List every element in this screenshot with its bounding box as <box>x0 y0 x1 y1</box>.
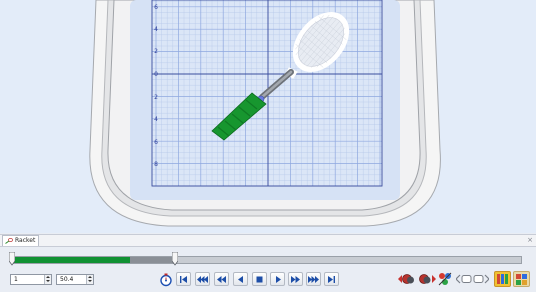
tab-racket[interactable]: Racket <box>2 235 40 246</box>
y-axis-label: 6 <box>154 4 158 11</box>
next-thread-color-button[interactable] <box>418 271 436 287</box>
previous-block-button[interactable] <box>214 272 229 286</box>
next-object-button[interactable] <box>473 271 489 287</box>
start-stitch-spinbox[interactable]: 1 <box>10 274 52 285</box>
y-axis-label: 8 <box>154 161 158 168</box>
step-back-icon <box>237 275 243 283</box>
previous-thread-color-button[interactable] <box>398 271 416 287</box>
next-color-button[interactable] <box>306 272 321 286</box>
thread-next-icon <box>419 274 436 284</box>
design-tab-bar: Racket × <box>0 234 536 247</box>
y-axis-label: 2 <box>154 48 158 55</box>
stopwatch-icon <box>160 273 172 286</box>
next-stitch-button[interactable] <box>288 272 303 286</box>
thread-prev-icon <box>398 274 414 284</box>
stop-icon <box>256 276 263 282</box>
realistic-view-button[interactable] <box>494 271 511 287</box>
stop-button[interactable] <box>252 272 267 286</box>
play-button[interactable] <box>270 272 285 286</box>
slider-start-handle[interactable] <box>9 252 15 266</box>
previous-object-button[interactable] <box>456 271 472 287</box>
color-view-button[interactable] <box>513 271 530 287</box>
rewind-fast-icon <box>197 275 208 283</box>
skip-first-icon <box>180 275 187 283</box>
y-axis-label: 4 <box>154 26 158 33</box>
previous-color-button[interactable] <box>195 272 210 286</box>
end-stitch-spinbox[interactable]: 50.4 <box>56 274 94 285</box>
close-icon[interactable]: × <box>527 235 533 245</box>
play-icon <box>275 275 281 283</box>
forward-fast-icon <box>308 275 319 283</box>
last-stitch-button[interactable] <box>324 272 339 286</box>
embroidery-hoop <box>89 0 441 227</box>
skip-last-icon <box>328 275 335 283</box>
rewind-icon <box>217 275 226 283</box>
grid-view-icon <box>516 274 527 285</box>
stitch-simulator-button[interactable] <box>158 271 174 287</box>
design-canvas[interactable]: 6 4 2 0 2 4 6 8 <box>0 0 536 233</box>
first-stitch-button[interactable] <box>176 272 191 286</box>
y-axis-label: 6 <box>154 139 158 146</box>
slider-end-handle[interactable] <box>172 252 178 266</box>
end-stitch-value: 50.4 <box>60 276 74 283</box>
previous-stitch-button[interactable] <box>233 272 248 286</box>
y-axis-label: 4 <box>154 116 158 123</box>
y-axis-label: 2 <box>154 94 158 101</box>
tab-racket-label: Racket <box>15 237 36 244</box>
slider-partial-track <box>130 257 176 263</box>
stitch-view-icon <box>497 274 508 284</box>
racket-icon <box>5 237 13 244</box>
spin-arrows-icon[interactable] <box>86 275 93 284</box>
color-sort-button[interactable] <box>437 271 453 287</box>
object-prev-icon <box>456 274 472 284</box>
spin-arrows-icon[interactable] <box>44 275 51 284</box>
slider-filled-track <box>13 257 130 263</box>
y-axis-label: 0 <box>154 71 158 78</box>
object-next-icon <box>473 274 489 284</box>
fast-forward-icon <box>291 275 300 283</box>
palette-icon <box>438 272 452 286</box>
stitch-slider[interactable] <box>12 256 522 264</box>
start-stitch-value: 1 <box>14 276 18 283</box>
